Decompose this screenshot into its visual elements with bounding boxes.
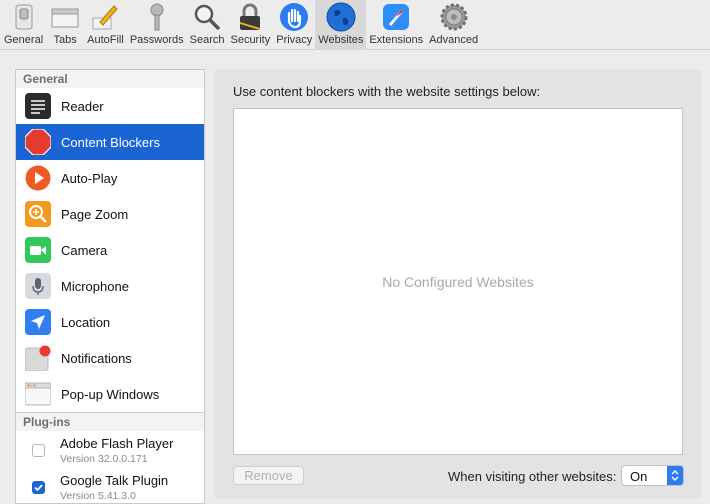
camera-icon — [25, 237, 51, 263]
sidebar-item-notifications[interactable]: Notifications — [16, 340, 204, 376]
toolbar-security[interactable]: Security — [227, 0, 273, 50]
plugin-item-adobe-flash: Adobe Flash Player Version 32.0.0.171 — [16, 431, 204, 468]
toolbar-label: Passwords — [129, 34, 184, 46]
toolbar-label: Websites — [318, 34, 364, 46]
toolbar-privacy[interactable]: Privacy — [273, 0, 315, 50]
sidebar-item-microphone[interactable]: Microphone — [16, 268, 204, 304]
updown-chevron-icon — [667, 466, 683, 485]
sidebar-item-label: Notifications — [61, 350, 132, 366]
plugin-name: Google Talk Plugin — [60, 473, 169, 488]
toolbar-passwords[interactable]: Passwords — [127, 0, 187, 50]
sidebar-item-reader[interactable]: Reader — [16, 88, 204, 124]
other-websites-select[interactable]: On — [621, 465, 684, 486]
sidebar-section-plugins: Plug-ins — [16, 412, 204, 431]
plugin-checkbox[interactable] — [32, 444, 45, 457]
sidebar-item-label: Content Blockers — [61, 134, 160, 150]
toolbar-label: Search — [189, 34, 225, 46]
toolbar-label: Extensions — [369, 34, 424, 46]
autofill-pencil-icon — [89, 1, 121, 33]
checkmark-icon — [34, 484, 43, 492]
toolbar-tabs[interactable]: Tabs — [46, 0, 84, 50]
sidebar-item-label: Page Zoom — [61, 206, 129, 222]
toolbar-label: Privacy — [276, 34, 313, 46]
plugin-checkbox-checked[interactable] — [32, 481, 45, 494]
plugin-version: Version 5.41.3.0 — [60, 490, 136, 502]
toolbar-general[interactable]: General — [1, 0, 46, 50]
select-value: On — [630, 469, 648, 484]
toolbar-label: Advanced — [429, 34, 479, 46]
sidebar-item-page-zoom[interactable]: Page Zoom — [16, 196, 204, 232]
websites-sidebar: General Reader Content Blockers Auto-Pla… — [15, 69, 205, 504]
sidebar-item-label: Microphone — [61, 278, 129, 294]
empty-list-text: No Configured Websites — [382, 273, 534, 290]
sidebar-section-general: General — [16, 70, 204, 88]
padlock-icon — [234, 1, 266, 33]
privacy-hand-icon — [278, 1, 310, 33]
stop-sign-icon — [25, 129, 51, 155]
tabs-icon — [49, 1, 81, 33]
preferences-toolbar: General Tabs AutoFill Passwords Search S… — [0, 0, 710, 50]
location-arrow-icon — [25, 309, 51, 335]
other-websites-label: When visiting other websites: — [448, 469, 617, 484]
sidebar-item-content-blockers[interactable]: Content Blockers — [16, 124, 204, 160]
sidebar-item-label: Camera — [61, 242, 108, 258]
globe-icon — [325, 1, 357, 33]
general-switch-icon — [8, 1, 40, 33]
popup-window-icon — [25, 381, 51, 407]
plugin-name: Adobe Flash Player — [60, 436, 174, 451]
toolbar-advanced[interactable]: Advanced — [426, 0, 481, 50]
notification-badge-icon — [25, 345, 51, 371]
sidebar-item-camera[interactable]: Camera — [16, 232, 204, 268]
magnifier-icon — [191, 1, 223, 33]
toolbar-search[interactable]: Search — [187, 0, 228, 50]
sidebar-item-pop-up-windows[interactable]: Pop-up Windows — [16, 376, 204, 412]
reader-icon — [25, 93, 51, 119]
play-icon — [25, 165, 51, 191]
toolbar-label: General — [4, 34, 44, 46]
sidebar-item-label: Pop-up Windows — [61, 386, 160, 402]
sidebar-item-location[interactable]: Location — [16, 304, 204, 340]
content-blockers-panel: Use content blockers with the website se… — [214, 69, 702, 499]
sidebar-item-label: Location — [61, 314, 111, 330]
toolbar-label: AutoFill — [87, 34, 124, 46]
panel-title: Use content blockers with the website se… — [233, 84, 541, 99]
toolbar-websites[interactable]: Websites — [315, 0, 367, 50]
toolbar-label: Security — [230, 34, 271, 46]
plugin-item-google-talk: Google Talk Plugin Version 5.41.3.0 — [16, 468, 204, 503]
extensions-compass-icon — [380, 1, 412, 33]
sidebar-item-auto-play[interactable]: Auto-Play — [16, 160, 204, 196]
microphone-icon — [25, 273, 51, 299]
sidebar-item-label: Reader — [61, 98, 104, 114]
key-icon — [141, 1, 173, 33]
plugin-version: Version 32.0.0.171 — [60, 453, 148, 465]
zoom-icon — [25, 201, 51, 227]
toolbar-autofill[interactable]: AutoFill — [84, 0, 127, 50]
toolbar-label: Tabs — [53, 34, 77, 46]
configured-websites-list[interactable]: No Configured Websites — [233, 108, 683, 455]
toolbar-extensions[interactable]: Extensions — [366, 0, 426, 50]
sidebar-item-label: Auto-Play — [61, 170, 118, 186]
gear-icon — [438, 1, 470, 33]
remove-button[interactable]: Remove — [233, 466, 304, 485]
